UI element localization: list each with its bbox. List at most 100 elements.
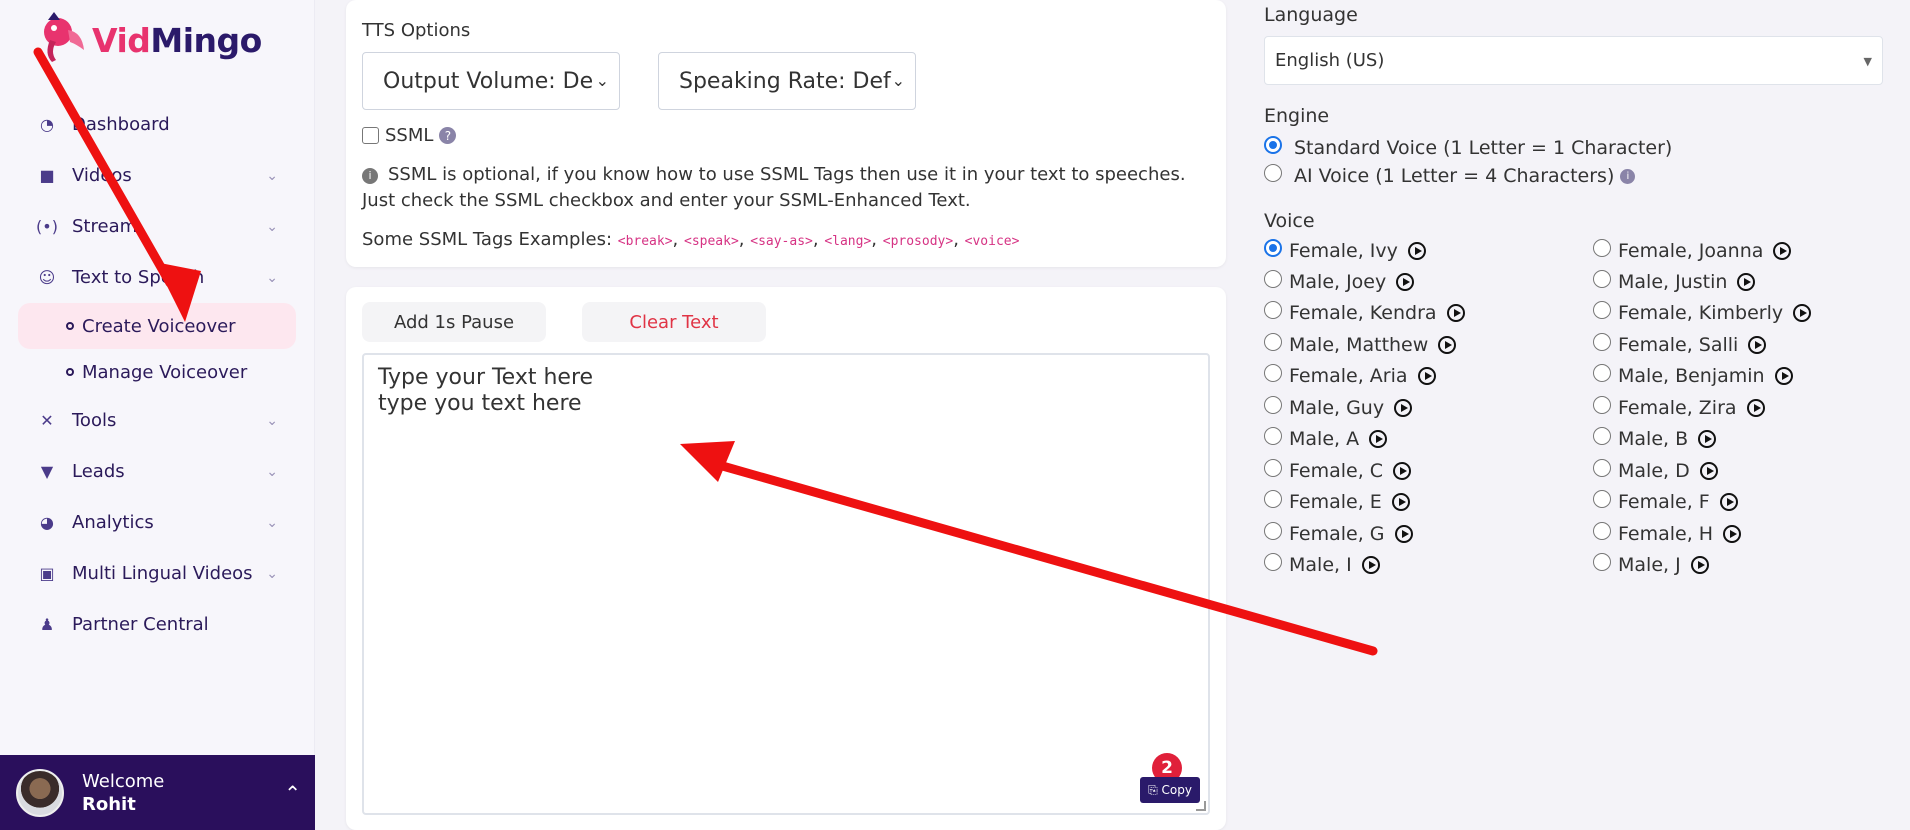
ssml-tag: <break> [617,234,673,249]
clear-text-button[interactable]: Clear Text [582,302,766,342]
radio-button[interactable] [1264,136,1282,154]
copy-label: Copy [1161,783,1192,797]
sidebar-item-leads[interactable]: ▼ Leads ⌄ [18,446,296,497]
play-icon[interactable] [1394,525,1413,543]
voice-option[interactable]: Female, G [1264,522,1413,545]
tts-text-input[interactable]: Type your Text here type you text here 2… [362,353,1210,815]
radio-button[interactable] [1264,333,1282,351]
add-pause-button[interactable]: Add 1s Pause [362,302,546,342]
speaking-rate-select[interactable]: Speaking Rate: Def ⌄ [658,52,916,110]
engine-option-standard[interactable]: Standard Voice (1 Letter = 1 Character) [1264,136,1672,159]
voice-option[interactable]: Female, Kimberly [1593,301,1812,324]
voice-option[interactable]: Female, Salli [1593,333,1767,356]
radio-button[interactable] [1264,553,1282,571]
radio-button[interactable] [1593,522,1611,540]
play-icon[interactable] [1737,273,1756,291]
play-icon[interactable] [1394,399,1413,417]
play-icon[interactable] [1396,273,1415,291]
radio-button[interactable] [1593,270,1611,288]
voice-option[interactable]: Female, Aria [1264,364,1436,387]
voice-option[interactable]: Female, Joanna [1593,239,1792,262]
info-icon[interactable]: i [1620,168,1636,184]
ssml-checkbox[interactable] [362,127,379,144]
voice-option[interactable]: Female, Ivy [1264,239,1426,262]
radio-button[interactable] [1593,364,1611,382]
voice-option[interactable]: Male, Benjamin [1593,364,1793,387]
user-bar[interactable]: Welcome Rohit ⌃ [0,755,315,830]
radio-button[interactable] [1264,396,1282,414]
voice-option[interactable]: Male, Justin [1593,270,1756,293]
play-icon[interactable] [1446,304,1465,322]
help-icon[interactable]: ? [439,127,457,144]
voice-option[interactable]: Female, Zira [1593,396,1765,419]
voice-option[interactable]: Female, C [1264,459,1412,482]
sidebar-item-text-to-speech[interactable]: ☺ Text to Speech ⌄ [18,252,296,303]
voice-option[interactable]: Female, F [1593,490,1738,513]
radio-button[interactable] [1264,164,1282,182]
radio-button[interactable] [1593,396,1611,414]
radio-button[interactable] [1593,301,1611,319]
play-icon[interactable] [1369,430,1388,448]
radio-button[interactable] [1264,301,1282,319]
radio-button[interactable] [1593,459,1611,477]
engine-option-ai[interactable]: AI Voice (1 Letter = 4 Characters) i [1264,164,1636,187]
voice-option[interactable]: Male, B [1593,427,1717,450]
play-icon[interactable] [1438,336,1457,354]
chevron-down-icon: ⌄ [595,71,609,90]
radio-button[interactable] [1593,490,1611,508]
radio-button[interactable] [1264,490,1282,508]
copy-button[interactable]: ⎘ Copy [1140,777,1200,803]
voice-option[interactable]: Male, D [1593,459,1718,482]
play-icon[interactable] [1773,242,1792,260]
play-icon[interactable] [1719,493,1738,511]
play-icon[interactable] [1690,556,1709,574]
radio-button[interactable] [1264,427,1282,445]
sidebar-item-analytics[interactable]: ◕ Analytics ⌄ [18,497,296,548]
voice-option[interactable]: Male, Guy [1264,396,1413,419]
voice-option[interactable]: Male, Matthew [1264,333,1457,356]
play-icon[interactable] [1361,556,1380,574]
voice-option[interactable]: Male, I [1264,553,1380,576]
resize-handle[interactable] [1196,801,1206,811]
output-volume-select[interactable]: Output Volume: De ⌄ [362,52,620,110]
sidebar-subitem-create-voiceover[interactable]: Create Voiceover [18,303,296,349]
radio-button[interactable] [1264,270,1282,288]
play-icon[interactable] [1774,367,1793,385]
play-icon[interactable] [1746,399,1765,417]
play-icon[interactable] [1698,430,1717,448]
radio-button[interactable] [1593,553,1611,571]
voice-option[interactable]: Male, J [1593,553,1709,576]
radio-button[interactable] [1264,522,1282,540]
play-icon[interactable] [1699,462,1718,480]
language-select[interactable]: English (US) ▼ [1264,36,1883,85]
radio-button[interactable] [1593,239,1611,257]
voice-option[interactable]: Male, A [1264,427,1388,450]
text-editor-card: Add 1s Pause Clear Text Type your Text h… [346,287,1226,830]
radio-button[interactable] [1593,333,1611,351]
sidebar-item-partner-central[interactable]: ♟ Partner Central [18,599,296,650]
radio-button[interactable] [1593,427,1611,445]
voice-option[interactable]: Female, E [1264,490,1410,513]
sidebar-item-dashboard[interactable]: ◔ Dashboard [18,99,296,150]
play-icon[interactable] [1393,462,1412,480]
voice-option[interactable]: Female, Kendra [1264,301,1465,324]
sidebar-item-tools[interactable]: ✕ Tools ⌄ [18,395,296,446]
sidebar-item-videos[interactable]: ■ Videos ⌄ [18,150,296,201]
voice-option-label: Female, Ivy [1289,240,1398,262]
radio-button[interactable] [1264,364,1282,382]
sidebar-item-multi-lingual-videos[interactable]: ▣ Multi Lingual Videos ⌄ [18,548,296,599]
radio-button[interactable] [1264,239,1282,257]
brand-logo[interactable]: VidMingo [30,10,262,70]
voice-option[interactable]: Female, H [1593,522,1742,545]
radio-button[interactable] [1264,459,1282,477]
play-icon[interactable] [1723,525,1742,543]
play-icon[interactable] [1748,336,1767,354]
sidebar-subitem-manage-voiceover[interactable]: Manage Voiceover [18,349,296,395]
chevron-up-icon[interactable]: ⌃ [284,781,301,805]
play-icon[interactable] [1793,304,1812,322]
sidebar-item-stream[interactable]: (•) Stream ⌄ [18,201,296,252]
voice-option[interactable]: Male, Joey [1264,270,1415,293]
play-icon[interactable] [1407,242,1426,260]
play-icon[interactable] [1417,367,1436,385]
play-icon[interactable] [1391,493,1410,511]
